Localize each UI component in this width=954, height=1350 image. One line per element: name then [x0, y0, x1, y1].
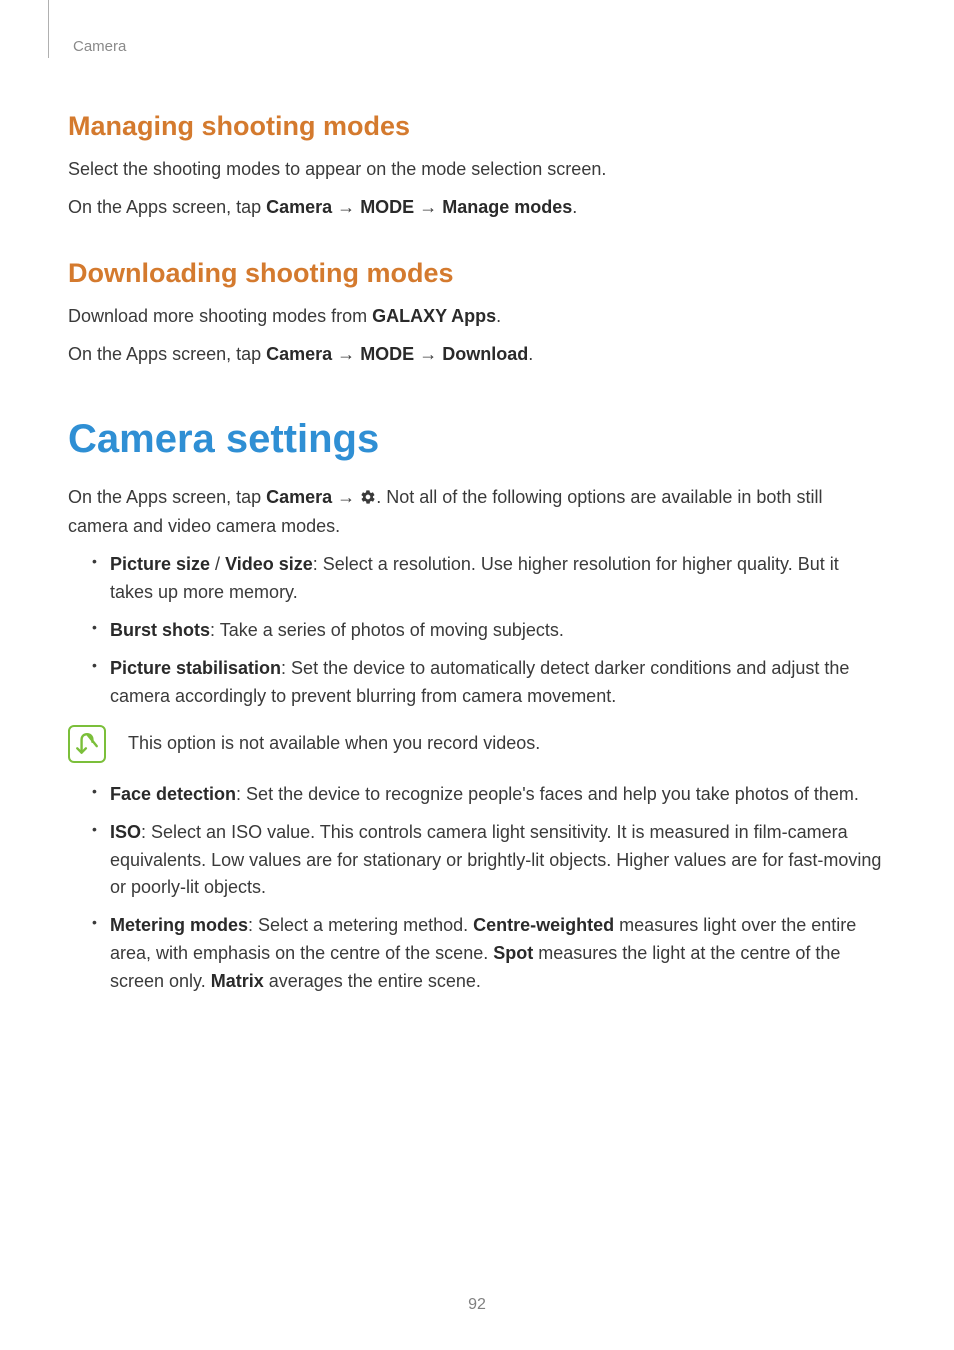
- note-callout: This option is not available when you re…: [68, 725, 886, 763]
- list-item: Picture size / Video size: Select a reso…: [92, 551, 886, 607]
- bold-text: Camera: [266, 487, 332, 507]
- bold-text: Download: [442, 344, 528, 364]
- bold-text: Picture size: [110, 554, 210, 574]
- bold-text: Matrix: [211, 971, 264, 991]
- arrow-text: →: [332, 344, 360, 364]
- bold-text: Spot: [493, 943, 533, 963]
- document-page: Camera Managing shooting modes Select th…: [0, 0, 954, 1350]
- text: On the Apps screen, tap: [68, 487, 266, 507]
- text: : Select a metering method.: [248, 915, 473, 935]
- bold-text: Face detection: [110, 784, 236, 804]
- bold-text: MODE: [360, 197, 414, 217]
- body-text: Download more shooting modes from GALAXY…: [68, 303, 886, 331]
- body-text: On the Apps screen, tap Camera → MODE → …: [68, 194, 886, 222]
- text: : Select an ISO value. This controls cam…: [110, 822, 881, 898]
- bold-text: Camera: [266, 344, 332, 364]
- bold-text: Burst shots: [110, 620, 210, 640]
- arrow-text: →: [332, 487, 360, 507]
- note-icon: [68, 725, 106, 763]
- text: : Set the device to recognize people's f…: [236, 784, 859, 804]
- gear-icon: [360, 486, 376, 514]
- bold-text: Metering modes: [110, 915, 248, 935]
- bold-text: Camera: [266, 197, 332, 217]
- bold-text: Manage modes: [442, 197, 572, 217]
- bold-text: Centre-weighted: [473, 915, 614, 935]
- text: .: [496, 306, 501, 326]
- breadcrumb: Camera: [73, 38, 886, 55]
- body-text: On the Apps screen, tap Camera → . Not a…: [68, 484, 886, 542]
- arrow-text: →: [414, 197, 442, 217]
- section-managing-modes: Managing shooting modes Select the shoot…: [68, 111, 886, 222]
- bold-text: MODE: [360, 344, 414, 364]
- bold-text: ISO: [110, 822, 141, 842]
- text: On the Apps screen, tap: [68, 197, 266, 217]
- note-text: This option is not available when you re…: [128, 733, 540, 754]
- page-number: 92: [0, 1296, 954, 1314]
- bold-text: Video size: [225, 554, 313, 574]
- text: /: [210, 554, 225, 574]
- header-divider: [48, 0, 49, 58]
- list-item: Picture stabilisation: Set the device to…: [92, 655, 886, 711]
- list-item: Face detection: Set the device to recogn…: [92, 781, 886, 809]
- heading-managing-modes: Managing shooting modes: [68, 111, 886, 142]
- list-item: Metering modes: Select a metering method…: [92, 912, 886, 996]
- text: averages the entire scene.: [264, 971, 481, 991]
- text: Download more shooting modes from: [68, 306, 372, 326]
- bullet-list: Face detection: Set the device to recogn…: [92, 781, 886, 996]
- list-item: ISO: Select an ISO value. This controls …: [92, 819, 886, 903]
- bold-text: Picture stabilisation: [110, 658, 281, 678]
- body-text: Select the shooting modes to appear on t…: [68, 156, 886, 184]
- text: On the Apps screen, tap: [68, 344, 266, 364]
- section-camera-settings: Camera settings On the Apps screen, tap …: [68, 417, 886, 996]
- text: .: [528, 344, 533, 364]
- section-downloading-modes: Downloading shooting modes Download more…: [68, 258, 886, 369]
- arrow-text: →: [414, 344, 442, 364]
- body-text: On the Apps screen, tap Camera → MODE → …: [68, 341, 886, 369]
- text: .: [572, 197, 577, 217]
- bold-text: GALAXY Apps: [372, 306, 496, 326]
- arrow-text: →: [332, 197, 360, 217]
- text: : Take a series of photos of moving subj…: [210, 620, 564, 640]
- heading-camera-settings: Camera settings: [68, 417, 886, 462]
- heading-downloading-modes: Downloading shooting modes: [68, 258, 886, 289]
- bullet-list: Picture size / Video size: Select a reso…: [92, 551, 886, 710]
- list-item: Burst shots: Take a series of photos of …: [92, 617, 886, 645]
